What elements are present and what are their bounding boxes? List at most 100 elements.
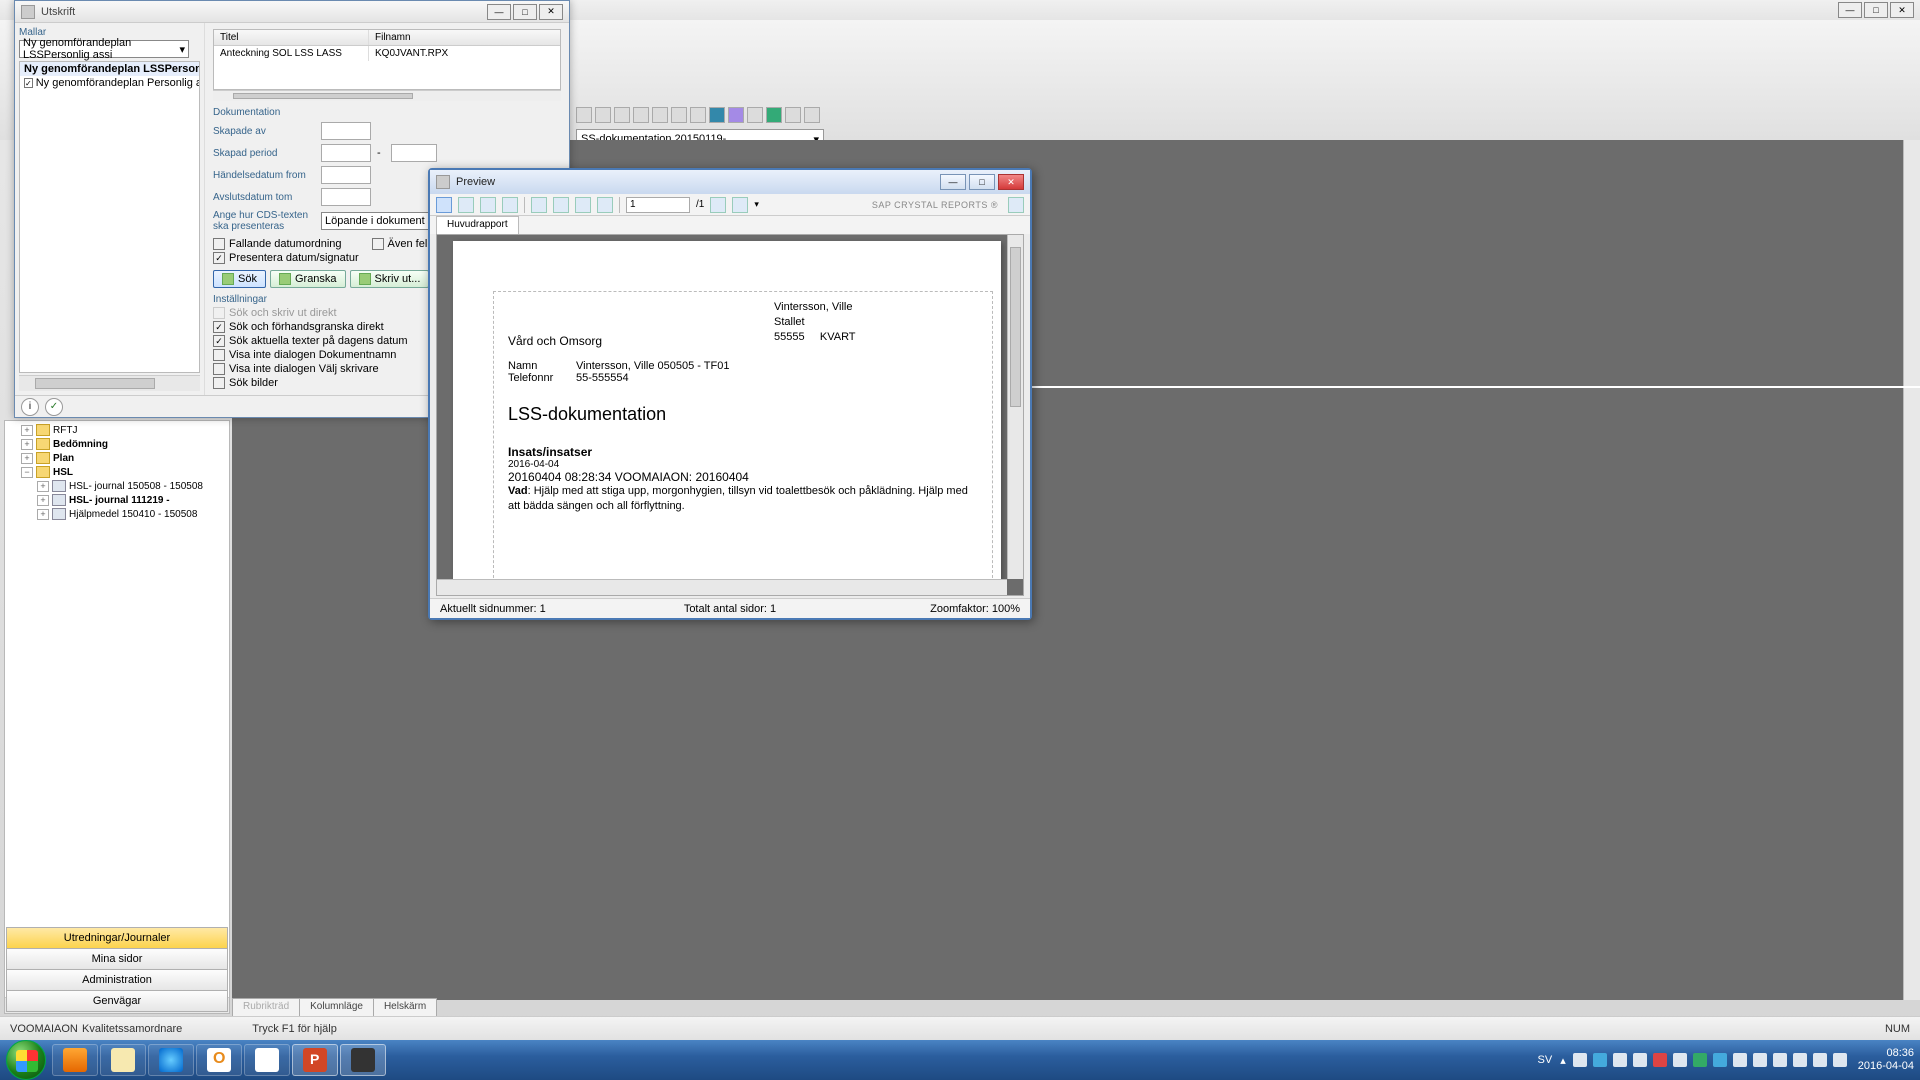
checkbox-icon[interactable]: ✓ <box>24 78 33 88</box>
preview-maximize-button[interactable]: □ <box>969 174 995 190</box>
preview-scrollbar-horizontal[interactable] <box>437 579 1007 595</box>
page-number-input[interactable] <box>626 197 690 213</box>
first-page-icon[interactable] <box>531 197 547 213</box>
tree-item[interactable]: HSL- journal 111219 - <box>69 495 170 506</box>
expand-icon[interactable]: + <box>37 481 49 492</box>
tree-item[interactable]: Hjälpmedel 150410 - 150508 <box>69 509 197 520</box>
accordion-administration[interactable]: Administration <box>6 969 228 991</box>
tab-helskarm[interactable]: Helskärm <box>373 998 437 1016</box>
tree-list[interactable]: +RFTJ +Bedömning +Plan −HSL +HSL- journa… <box>5 421 229 997</box>
avslut-input[interactable] <box>321 188 371 206</box>
tray-icon[interactable] <box>1773 1053 1787 1067</box>
tray-icon[interactable] <box>1593 1053 1607 1067</box>
tree-item[interactable]: Bedömning <box>53 439 108 450</box>
tray-icon[interactable] <box>1813 1053 1827 1067</box>
main-minimize-button[interactable]: — <box>1838 2 1862 18</box>
toolbar-icon[interactable] <box>633 107 649 123</box>
skapad-period-to[interactable] <box>391 144 437 162</box>
accordion-utredningar[interactable]: Utredningar/Journaler <box>6 927 228 949</box>
mallar-combo[interactable]: Ny genomförandeplan LSSPersonlig assi ▾ <box>19 40 189 58</box>
tray-icon[interactable] <box>1733 1053 1747 1067</box>
taskbar-outlook[interactable] <box>196 1044 242 1076</box>
print-icon[interactable] <box>458 197 474 213</box>
sok-button[interactable]: Sök <box>213 270 266 288</box>
tray-icon[interactable] <box>1673 1053 1687 1067</box>
tray-icon[interactable] <box>1793 1053 1807 1067</box>
tree-item[interactable]: HSL- journal 150508 - 150508 <box>69 481 203 492</box>
preview-scrollbar-vertical[interactable] <box>1007 235 1023 579</box>
table-row[interactable]: Anteckning SOL LSS LASS KQ0JVANT.RPX <box>214 46 560 61</box>
toolbar-icon[interactable] <box>595 107 611 123</box>
chevron-down-icon[interactable]: ▾ <box>754 199 759 210</box>
utskrift-minimize-button[interactable]: — <box>487 4 511 20</box>
main-maximize-button[interactable]: □ <box>1864 2 1888 18</box>
tray-icon[interactable] <box>1653 1053 1667 1067</box>
clock[interactable]: 08:36 2016-04-04 <box>1858 1047 1914 1073</box>
expand-icon[interactable]: + <box>21 439 33 450</box>
refresh-icon[interactable] <box>480 197 496 213</box>
toolbar-icon[interactable] <box>709 107 725 123</box>
export-icon[interactable] <box>436 197 452 213</box>
tray-icon[interactable] <box>1693 1053 1707 1067</box>
accordion-mina-sidor[interactable]: Mina sidor <box>6 948 228 970</box>
preview-tab-huvudrapport[interactable]: Huvudrapport <box>436 216 519 234</box>
list-item[interactable]: Ny genomförandeplan LSSPersonlig a <box>20 62 199 76</box>
taskbar-wmp[interactable] <box>52 1044 98 1076</box>
collapse-icon[interactable]: − <box>21 467 33 478</box>
taskbar-app[interactable] <box>340 1044 386 1076</box>
tree-item[interactable]: Plan <box>53 453 74 464</box>
toolbar-icon[interactable] <box>804 107 820 123</box>
toolbar-icon[interactable] <box>576 107 592 123</box>
expand-icon[interactable]: + <box>21 453 33 464</box>
preview-minimize-button[interactable]: — <box>940 174 966 190</box>
granska-button[interactable]: Granska <box>270 270 346 288</box>
start-button[interactable] <box>6 1040 46 1080</box>
preview-close-button[interactable]: ✕ <box>998 174 1024 190</box>
tray-icon[interactable] <box>1573 1053 1587 1067</box>
main-close-button[interactable]: ✕ <box>1890 2 1914 18</box>
tray-icon[interactable] <box>1713 1053 1727 1067</box>
utskrift-close-button[interactable]: ✕ <box>539 4 563 20</box>
tray-icon[interactable] <box>1613 1053 1627 1067</box>
info-icon[interactable]: i <box>21 398 39 416</box>
tray-icon[interactable] <box>1753 1053 1767 1067</box>
copy-icon[interactable] <box>502 197 518 213</box>
mallar-list[interactable]: Ny genomförandeplan LSSPersonlig a ✓Ny g… <box>19 61 200 373</box>
last-page-icon[interactable] <box>597 197 613 213</box>
accordion-genvagar[interactable]: Genvägar <box>6 990 228 1012</box>
list-item[interactable]: ✓Ny genomförandeplan Personlig a <box>20 76 199 90</box>
prev-page-icon[interactable] <box>553 197 569 213</box>
ok-icon[interactable]: ✓ <box>45 398 63 416</box>
skapad-av-input[interactable] <box>321 122 371 140</box>
file-table-scrollbar[interactable] <box>213 90 561 101</box>
th-titel[interactable]: Titel <box>214 30 369 45</box>
tray-expand-icon[interactable]: ▴ <box>1560 1054 1566 1067</box>
toolbar-icon[interactable] <box>690 107 706 123</box>
toolbar-play-icon[interactable] <box>728 107 744 123</box>
utskrift-maximize-button[interactable]: □ <box>513 4 537 20</box>
ange-combo[interactable]: Löpande i dokument <box>321 212 431 230</box>
expand-icon[interactable]: + <box>37 509 49 520</box>
chk-fallande[interactable]: Fallande datumordning <box>213 238 342 250</box>
skapad-period-from[interactable] <box>321 144 371 162</box>
utskrift-titlebar[interactable]: Utskrift — □ ✕ <box>15 1 569 23</box>
taskbar-powerpoint[interactable] <box>292 1044 338 1076</box>
taskbar-explorer[interactable] <box>100 1044 146 1076</box>
toolbar-icon[interactable] <box>614 107 630 123</box>
tab-kolumnlage[interactable]: Kolumnläge <box>299 998 374 1016</box>
next-page-icon[interactable] <box>575 197 591 213</box>
zoom-icon[interactable] <box>732 197 748 213</box>
toolbar-icon[interactable] <box>747 107 763 123</box>
skriv-ut-button[interactable]: Skriv ut... <box>350 270 430 288</box>
expand-icon[interactable]: + <box>21 425 33 436</box>
canvas-scrollbar-vertical[interactable] <box>1903 140 1920 1000</box>
tree-item[interactable]: RFTJ <box>53 425 77 436</box>
expand-icon[interactable]: + <box>37 495 49 506</box>
toolbar-icon[interactable] <box>652 107 668 123</box>
tray-icon[interactable] <box>1633 1053 1647 1067</box>
tab-rubriktrad[interactable]: Rubrikträd <box>232 998 300 1016</box>
help-icon[interactable] <box>1008 197 1024 213</box>
toolbar-icon[interactable] <box>766 107 782 123</box>
taskbar-wifi[interactable] <box>244 1044 290 1076</box>
preview-titlebar[interactable]: Preview — □ ✕ <box>430 170 1030 194</box>
